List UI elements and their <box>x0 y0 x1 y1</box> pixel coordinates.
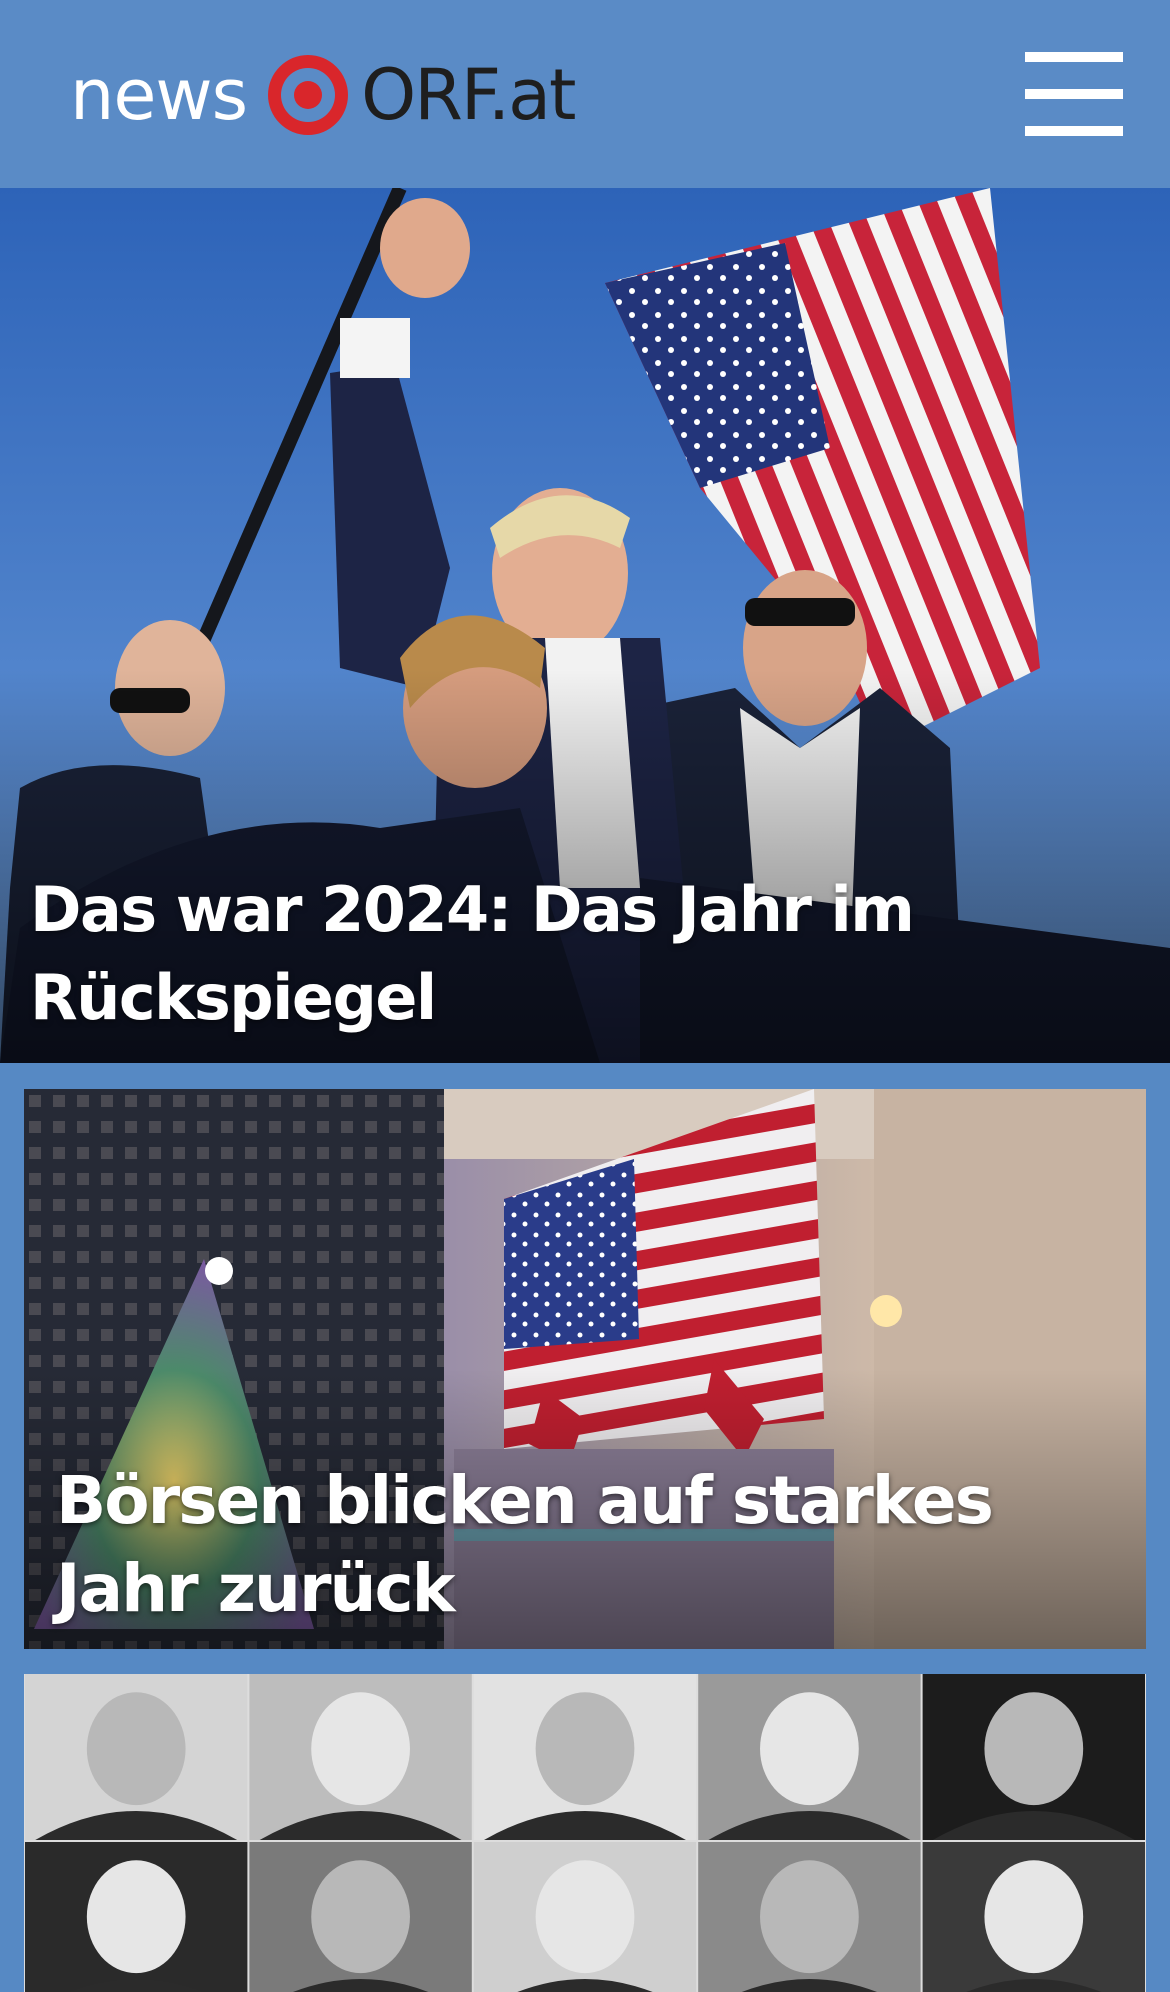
portrait-tile <box>698 1674 921 1840</box>
portrait-grid-story[interactable] <box>24 1674 1146 1992</box>
portrait-tile <box>922 1674 1145 1840</box>
menu-bar <box>1025 89 1123 99</box>
app-header: news ORF.at <box>0 0 1170 188</box>
portrait-tile <box>249 1674 472 1840</box>
portrait-tile <box>473 1674 697 1840</box>
hero-headline[interactable]: Das war 2024: Das Jahr im Rückspiegel <box>30 866 1130 1042</box>
orf-target-icon <box>268 55 349 135</box>
story-card[interactable]: Börsen blicken auf starkes Jahr zurück <box>24 1089 1146 1649</box>
menu-bar <box>1025 52 1123 62</box>
hero-story[interactable]: Das war 2024: Das Jahr im Rückspiegel <box>0 188 1170 1063</box>
portrait-tile <box>922 1842 1145 1992</box>
logo-orf-text: ORF.at <box>361 54 576 136</box>
portrait-tile <box>25 1674 248 1840</box>
portrait-tile <box>25 1842 248 1992</box>
story-headline[interactable]: Börsen blicken auf starkes Jahr zurück <box>56 1457 1126 1633</box>
portrait-tile <box>473 1842 697 1992</box>
logo-news-text: news <box>70 54 248 136</box>
orf-news-logo[interactable]: news ORF.at <box>70 50 577 140</box>
portrait-tile <box>249 1842 472 1992</box>
portrait-tile <box>698 1842 921 1992</box>
portrait-collage <box>25 1674 1145 1992</box>
menu-bar <box>1025 126 1123 136</box>
hamburger-menu-icon[interactable] <box>1025 52 1123 136</box>
